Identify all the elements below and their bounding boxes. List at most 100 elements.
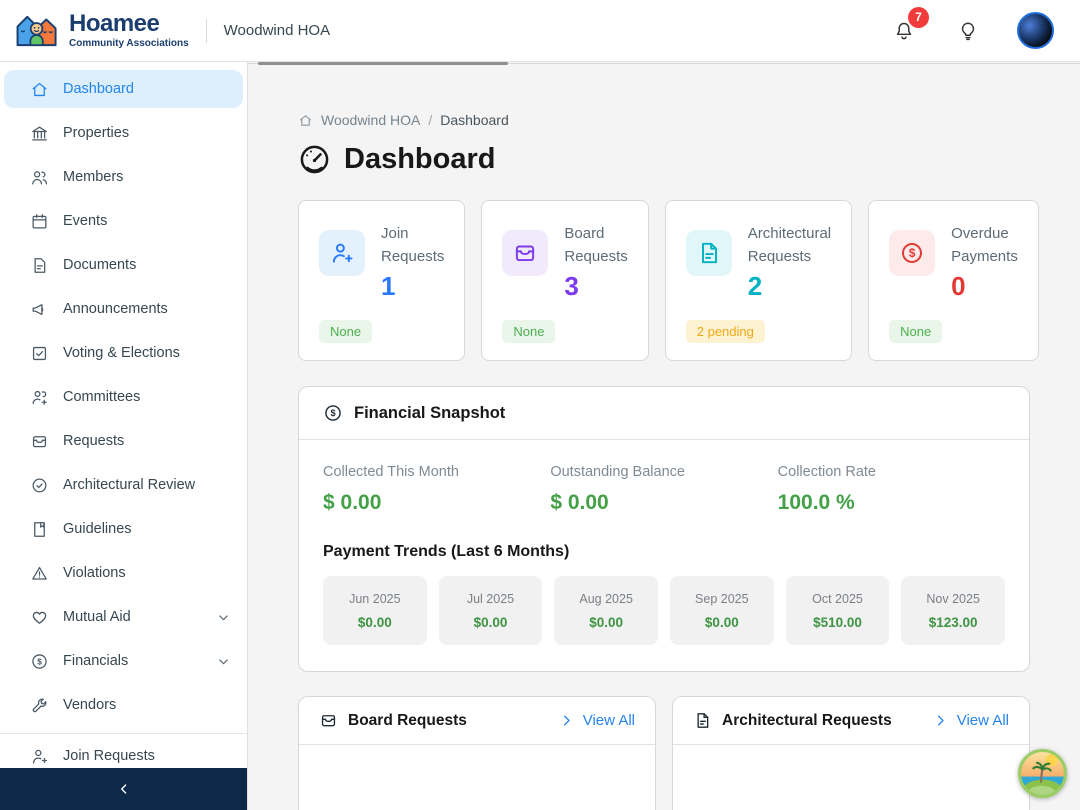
person-plus-icon [319, 230, 365, 276]
trend-amount: $510.00 [813, 615, 862, 630]
sidebar-item-mutual-aid[interactable]: Mutual Aid [0, 595, 247, 639]
sidebar-item-requests[interactable]: Requests [0, 419, 247, 463]
stat-cards: Join Requests 1 None Board Requests 3 No… [298, 200, 1039, 361]
metric-label: Collection Rate [777, 464, 876, 480]
bottom-panels: Board Requests View All Architectural Re… [298, 696, 1030, 810]
brand-tagline: Community Associations [69, 38, 189, 49]
hoamee-logo-icon [16, 15, 57, 46]
sidebar-item-guidelines[interactable]: Guidelines [0, 507, 247, 551]
stat-card-label: Architectural Requests [747, 225, 832, 265]
trend-month: Aug 2025 [579, 592, 633, 606]
metric-value: $ 0.00 [323, 491, 382, 514]
stat-card-label: Board Requests [564, 225, 628, 265]
trend-tile: Aug 2025 $0.00 [554, 576, 658, 645]
sidebar-item-label: Voting & Elections [63, 345, 180, 361]
sidebar-item-label: Violations [63, 565, 126, 581]
tips-button[interactable] [953, 16, 983, 46]
status-badge: None [502, 320, 556, 343]
user-avatar[interactable] [1017, 12, 1054, 49]
status-badge: None [889, 320, 943, 343]
breadcrumb-current: Dashboard [440, 112, 509, 128]
sidebar-item-violations[interactable]: Violations [0, 551, 247, 595]
trend-tile: Jul 2025 $0.00 [438, 576, 543, 645]
sidebar-item-label: Announcements [63, 301, 168, 317]
document-icon [34, 257, 46, 273]
sidebar-item-label: Dashboard [63, 81, 134, 97]
horizontal-scrollbar-thumb[interactable] [258, 62, 508, 65]
board-requests-view-all[interactable]: View All [559, 712, 635, 729]
people-plus-icon [32, 390, 47, 405]
sidebar-item-announcements[interactable]: Announcements [0, 287, 247, 331]
stat-card-count: 0 [951, 271, 966, 301]
sidebar-item-architectural-review[interactable]: Architectural Review [0, 463, 247, 507]
stat-card-count: 2 [747, 271, 763, 301]
sidebar-item-label: Mutual Aid [63, 609, 131, 625]
dollar-circle-icon: $ [889, 230, 936, 276]
metric-label: Outstanding Balance [550, 464, 685, 480]
sidebar-item-financials[interactable]: $ Financials [0, 639, 247, 683]
stat-card-count: 3 [564, 271, 579, 301]
financial-snapshot-title: Financial Snapshot [354, 403, 506, 422]
inbox-icon [502, 230, 549, 276]
app-header: Hoamee Community Associations Woodwind H… [0, 0, 1080, 62]
stat-card-join-requests[interactable]: Join Requests 1 None [298, 200, 466, 361]
breadcrumb-separator: / [428, 112, 433, 128]
financial-snapshot-header: $ Financial Snapshot [299, 387, 1029, 440]
book-bookmark-icon [34, 521, 45, 537]
trend-tile: Sep 2025 $0.00 [669, 576, 774, 645]
payment-trends: Jun 2025 $0.00 Jul 2025 $0.00 Aug 2025 $… [323, 576, 1005, 645]
sidebar-item-documents[interactable]: Documents [0, 243, 247, 287]
metric-value: $ 0.00 [550, 491, 609, 514]
sidebar-collapse-button[interactable] [0, 768, 247, 810]
home-icon [32, 82, 47, 96]
org-name: Woodwind HOA [223, 22, 331, 39]
metric-collection-rate: Collection Rate 100.0 % [778, 464, 1005, 515]
metric-value: 100.0 % [777, 491, 855, 514]
brand-text: Hoamee Community Associations [69, 10, 189, 50]
trend-amount: $123.00 [928, 615, 978, 630]
hoamee-logo[interactable]: Hoamee Community Associations [14, 9, 189, 53]
island-widget-button[interactable] [1018, 749, 1067, 798]
notifications-button[interactable]: 7 [889, 6, 929, 46]
trend-amount: $0.00 [473, 615, 508, 630]
lightbulb-icon [961, 21, 975, 40]
sidebar: Dashboard Properties Members Events Docu… [0, 62, 248, 810]
metric-outstanding: Outstanding Balance $ 0.00 [550, 464, 777, 515]
sidebar-item-events[interactable]: Events [0, 199, 247, 243]
sidebar-item-label: Events [63, 213, 108, 229]
sidebar-nav: Dashboard Properties Members Events Docu… [0, 62, 247, 778]
breadcrumb-root[interactable]: Woodwind HOA [321, 112, 420, 128]
financial-metrics: Collected This Month $ 0.00 Outstanding … [323, 464, 1005, 515]
board-requests-panel: Board Requests View All [298, 696, 656, 810]
trend-month: Sep 2025 [695, 592, 749, 606]
chevron-down-icon [219, 614, 228, 620]
sidebar-item-voting-elections[interactable]: Voting & Elections [0, 331, 247, 375]
stat-card-board-requests[interactable]: Board Requests 3 None [481, 200, 649, 361]
bank-icon [32, 126, 47, 140]
stat-card-overdue-payments[interactable]: $ Overdue Payments 0 None [868, 200, 1039, 361]
metric-collected: Collected This Month $ 0.00 [323, 464, 550, 515]
chevron-right-icon [563, 715, 570, 726]
sidebar-item-label: Documents [63, 257, 137, 273]
breadcrumb: Woodwind HOA / Dashboard [298, 112, 1030, 128]
architectural-requests-panel: Architectural Requests View All [672, 696, 1030, 810]
stat-card-label: Join Requests [381, 225, 445, 265]
svg-text:$: $ [37, 656, 42, 666]
sidebar-item-committees[interactable]: Committees [0, 375, 247, 419]
chevron-down-icon [219, 658, 228, 664]
sidebar-item-dashboard[interactable]: Dashboard [4, 70, 243, 108]
calendar-icon [32, 213, 47, 228]
notification-badge: 7 [908, 6, 929, 28]
dollar-circle-icon: $ [325, 405, 341, 421]
stat-card-architectural-requests[interactable]: Architectural Requests 2 2 pending [664, 200, 853, 361]
financial-snapshot-panel: $ Financial Snapshot Collected This Mont… [298, 386, 1030, 672]
architectural-requests-view-all[interactable]: View All [933, 712, 1009, 729]
sidebar-item-properties[interactable]: Properties [0, 111, 247, 155]
sidebar-item-label: Requests [63, 433, 125, 449]
stat-card-count: 1 [381, 271, 396, 301]
seal-check-icon [32, 478, 47, 492]
sidebar-item-members[interactable]: Members [0, 155, 247, 199]
sidebar-item-vendors[interactable]: Vendors [0, 683, 247, 727]
metric-label: Collected This Month [323, 464, 459, 480]
brand-name: Hoamee [69, 10, 160, 37]
